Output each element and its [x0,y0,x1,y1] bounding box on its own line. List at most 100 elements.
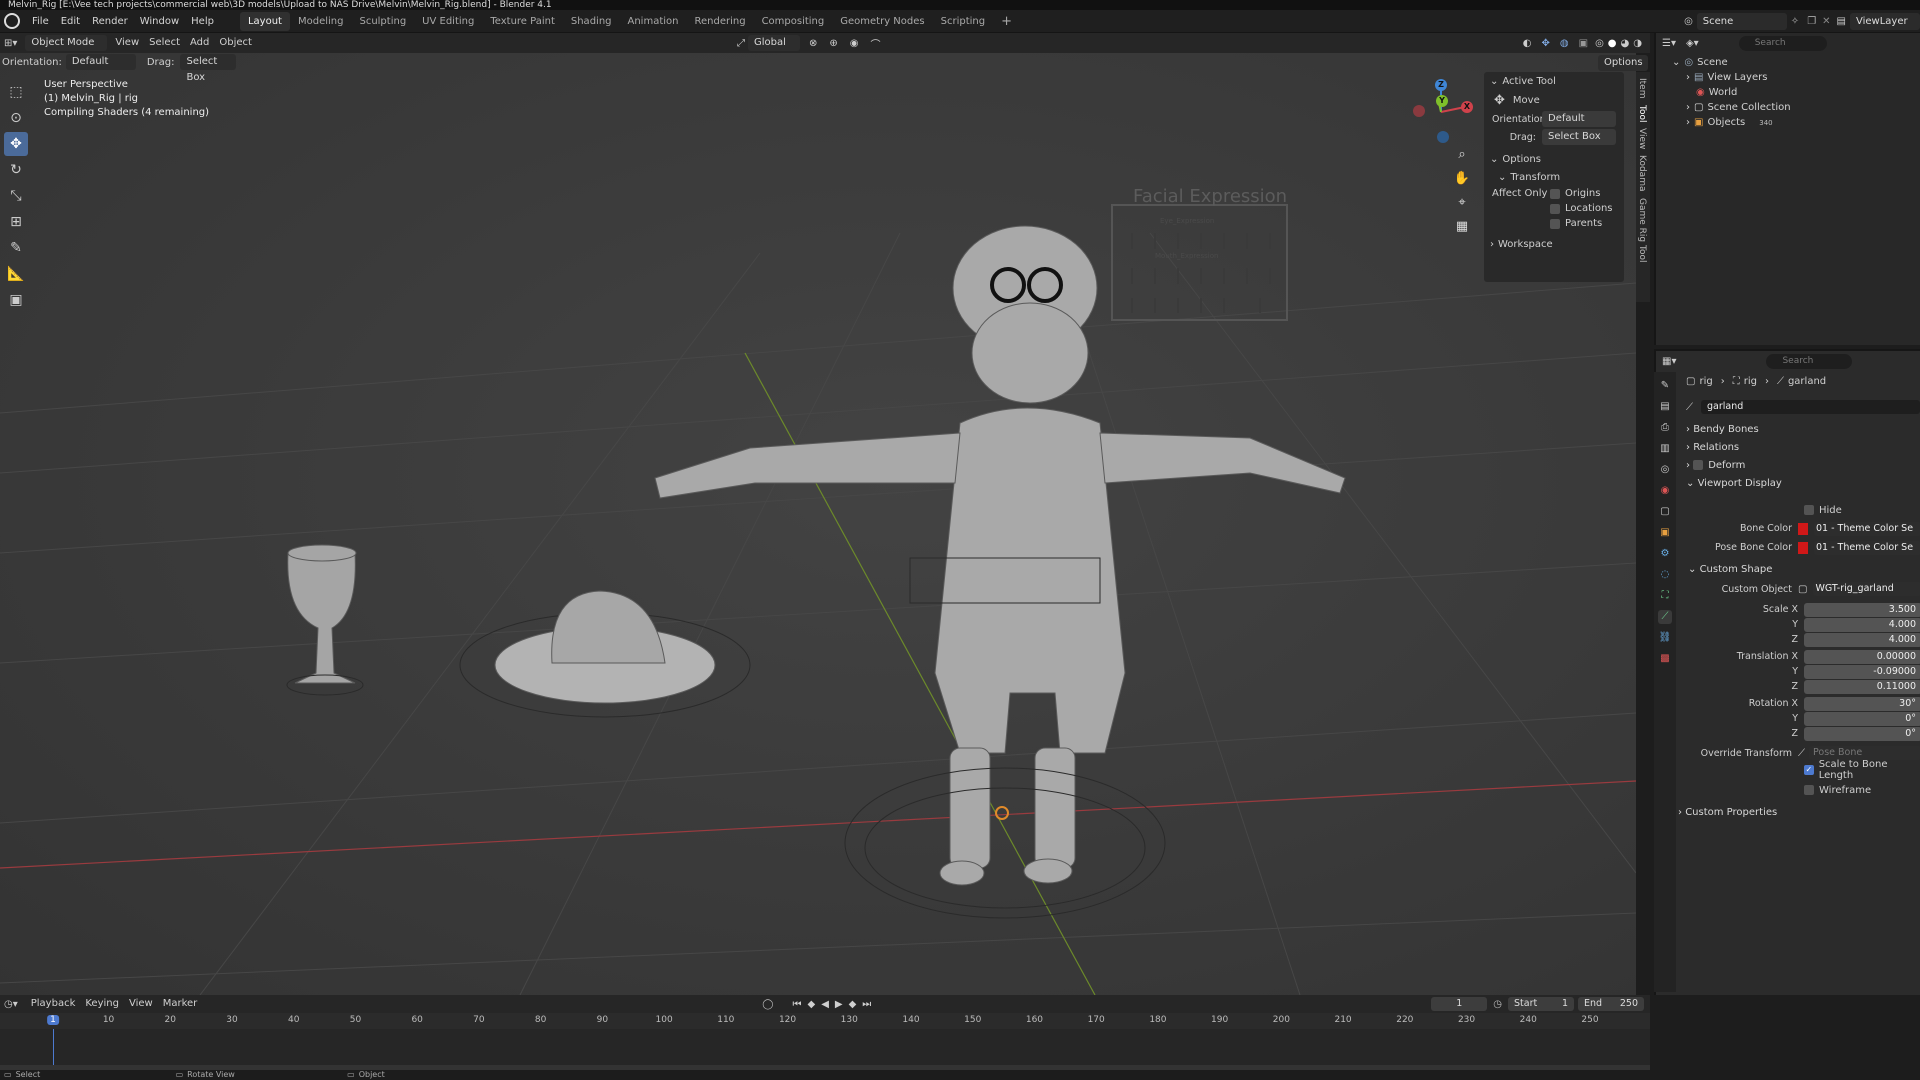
tab-game-rig-tool[interactable]: Game Rig Tool [1637,198,1647,262]
timeline-body[interactable] [0,1029,1650,1070]
gizmo-neg-z-icon[interactable] [1437,131,1449,143]
menu-help[interactable]: Help [185,10,220,33]
outliner-item-objects[interactable]: › ▣ Objects 340 [1672,115,1920,130]
transform-subheader[interactable]: ⌄ Transform [1484,168,1624,186]
menu-timeline-view[interactable]: View [124,996,158,1012]
translation-x-field[interactable]: 0.00000 [1804,649,1920,664]
snap-icon[interactable]: ⊕ [829,38,837,49]
scale-y-field[interactable]: 4.000 [1804,617,1920,632]
scale-tool-icon[interactable]: ⤡ [4,184,28,208]
world-tab-icon[interactable]: ◉ [1658,484,1672,498]
add-cube-tool-icon[interactable]: ▣ [4,288,28,312]
tab-geometry-nodes[interactable]: Geometry Nodes [832,12,932,31]
origins-checkbox[interactable] [1550,188,1560,199]
wireframe-checkbox[interactable] [1804,785,1814,795]
cocktail-glass-mesh[interactable] [286,544,364,696]
viewport-display-section[interactable]: ⌄ Viewport Display [1686,475,1920,493]
parents-checkbox[interactable] [1550,218,1560,229]
pivot-point-icon[interactable]: ⊗ [809,38,817,49]
measure-tool-icon[interactable]: 📐 [4,262,28,286]
breadcrumb-bone[interactable]: garland [1788,376,1826,387]
bone-tab-icon[interactable]: ⟋ [1658,610,1672,624]
custom-properties-section[interactable]: › Custom Properties [1678,804,1920,822]
xray-icon[interactable]: ▣ [1579,38,1588,49]
overlay-toggle-icon[interactable]: ◍ [1560,38,1569,49]
visibility-icon[interactable]: ◐ [1523,38,1532,49]
output-tab-icon[interactable]: ⎙ [1658,421,1672,435]
options-header[interactable]: ⌄ Options [1484,150,1624,168]
tab-kodama[interactable]: Kodama [1637,155,1647,191]
collection-tab-icon[interactable]: ▢ [1658,505,1672,519]
auto-key-icon[interactable]: ◯ [762,999,773,1010]
facial-expression-board[interactable]: Facial Expression Eye_Expression Mouth_E… [1111,186,1288,321]
scale-bone-length-checkbox[interactable]: ✓ [1804,765,1814,775]
deform-section[interactable]: › Deform [1686,457,1920,475]
drag-dropdown[interactable]: Select Box [1542,129,1616,145]
view-layer-selector[interactable]: ViewLayer [1850,12,1920,30]
override-transform-field[interactable]: Pose Bone [1809,746,1920,760]
orientation-selector[interactable]: Default [65,54,136,70]
cursor-tool-icon[interactable]: ⊙ [4,106,28,130]
add-workspace-button[interactable]: + [993,12,1020,31]
proportional-edit-icon[interactable]: ◉ [850,38,859,49]
display-mode-icon[interactable]: ◈▾ [1686,38,1699,49]
translation-z-field[interactable]: 0.11000 [1804,679,1920,694]
move-tool-icon[interactable]: ✥ [4,132,28,156]
shading-wireframe-icon[interactable]: ◎ [1595,38,1604,49]
character-mesh[interactable] [654,225,1346,886]
falloff-icon[interactable]: ⌒ [870,36,880,51]
camera-view-icon[interactable]: ⌖ [1452,193,1472,213]
gizmo-toggle-icon[interactable]: ✥ [1541,38,1549,49]
ortho-grid-icon[interactable]: ▦ [1452,217,1472,237]
pan-hand-icon[interactable]: ✋ [1452,169,1472,189]
tab-view[interactable]: View [1637,128,1647,149]
menu-playback[interactable]: Playback [26,996,81,1012]
physics-tab-icon[interactable]: ◌ [1658,568,1672,582]
play-icon[interactable]: ▶ [835,999,843,1010]
jump-keyframe-forward-icon[interactable]: ◆ [849,999,857,1010]
rotation-x-field[interactable]: 30° [1804,696,1920,711]
tab-layout[interactable]: Layout [239,11,290,31]
scale-x-field[interactable]: 3.500 [1804,602,1920,617]
breadcrumb-object[interactable]: rig [1699,376,1712,387]
active-tool-row[interactable]: ✥ Move [1484,90,1624,110]
menu-file[interactable]: File [26,10,55,33]
gizmo-neg-x-icon[interactable] [1413,105,1425,117]
editor-type-icon[interactable]: ⊞▾ [4,38,17,49]
tab-rendering[interactable]: Rendering [686,12,753,31]
view-layer-tab-icon[interactable]: ▥ [1658,442,1672,456]
pin-icon[interactable]: ✧ [1791,16,1799,27]
texture-tab-icon[interactable]: ▩ [1658,652,1672,666]
menu-keying[interactable]: Keying [80,996,124,1012]
navigation-gizmo[interactable]: Z X Y [1405,75,1475,145]
blender-logo-icon[interactable] [4,13,20,29]
shading-solid-icon[interactable]: ● [1608,38,1617,49]
active-tool-header[interactable]: ⌄ Active Tool [1484,72,1624,90]
menu-add[interactable]: Add [185,35,214,51]
properties-search-input[interactable]: Search [1766,353,1853,369]
hat-mesh[interactable] [459,590,751,718]
outliner-item-scene[interactable]: ⌄ ◎ Scene [1672,55,1920,70]
3d-viewport[interactable]: Facial Expression Eye_Expression Mouth_E… [0,53,1636,995]
workspace-header[interactable]: › Workspace [1484,235,1624,253]
jump-start-icon[interactable]: ⏮ [792,999,801,1010]
jump-keyframe-back-icon[interactable]: ◆ [807,999,815,1010]
menu-view[interactable]: View [110,35,144,51]
bendy-bones-section[interactable]: › Bendy Bones [1686,421,1920,439]
new-scene-icon[interactable]: ❐ [1807,16,1816,27]
hide-checkbox[interactable] [1804,505,1814,515]
tab-tool[interactable]: Tool [1637,105,1647,122]
shading-rendered-icon[interactable]: ◑ [1633,38,1642,49]
rotate-tool-icon[interactable]: ↻ [4,158,28,182]
orientation-dropdown[interactable]: Default [1542,111,1616,127]
gizmo-y-icon[interactable]: Y [1436,95,1448,107]
pose-bone-color-dropdown[interactable]: 01 - Theme Color Se [1814,540,1920,555]
annotate-tool-icon[interactable]: ✎ [4,236,28,260]
menu-window[interactable]: Window [134,10,185,33]
tab-animation[interactable]: Animation [620,12,687,31]
rotation-z-field[interactable]: 0° [1804,726,1920,741]
bone-constraint-tab-icon[interactable]: ⛓ [1658,631,1672,645]
delete-scene-icon[interactable]: ✕ [1822,16,1830,27]
scale-z-field[interactable]: 4.000 [1804,632,1920,647]
tab-texture-paint[interactable]: Texture Paint [482,12,563,31]
